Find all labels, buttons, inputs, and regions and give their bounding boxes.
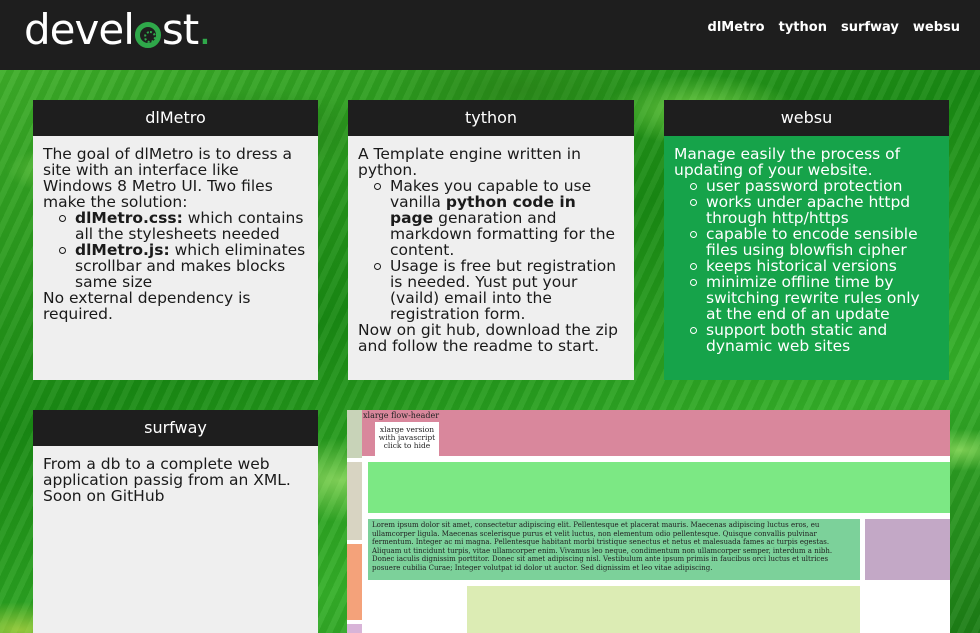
demo-side-block	[347, 624, 362, 633]
demo-side-block	[347, 544, 362, 620]
tile-intro: Manage easily the process of updating of…	[674, 145, 901, 179]
tile-websu: websu Manage easily the process of updat…	[664, 100, 949, 380]
tile-intro: The goal of dlMetro is to dress a site w…	[43, 145, 293, 211]
demo-bottom-block	[467, 586, 860, 633]
tile-dlmetro: dlMetro The goal of dlMetro is to dress …	[33, 100, 318, 380]
tile-content: Manage easily the process of updating of…	[664, 136, 949, 380]
feature-list: Makes you capable to use vanilla python …	[358, 178, 624, 322]
list-item: keeps historical versions	[690, 258, 939, 274]
tile-title[interactable]: websu	[664, 100, 949, 136]
site-logo[interactable]: devel st.	[24, 4, 212, 56]
tile-intro: A Template engine written in python.	[358, 145, 581, 179]
list-item: support both static and dynamic web site…	[690, 322, 939, 354]
logo-o-icon	[134, 22, 161, 48]
tile-content: A Template engine written in python. Mak…	[348, 136, 634, 380]
tile-title[interactable]: surfway	[33, 410, 318, 446]
list-item: capable to encode sensible files using b…	[690, 226, 939, 258]
nav-link-dlmetro[interactable]: dlMetro	[708, 20, 765, 35]
list-item: Usage is free but registration is needed…	[374, 258, 624, 322]
demo-side-block	[347, 410, 362, 458]
demo-side-block	[347, 462, 362, 540]
feature-list: user password protection works under apa…	[674, 178, 939, 354]
demo-header-label: xlarge flow-header	[363, 411, 440, 420]
tile-content: From a db to a complete web application …	[33, 446, 318, 633]
layout-demo-panel: xlarge flow-header xlarge version with j…	[347, 410, 950, 633]
tile-outro: No external dependency is required.	[43, 289, 251, 323]
nav-link-surfway[interactable]: surfway	[841, 20, 899, 35]
demo-wide-block	[368, 462, 950, 513]
demo-lorem-text: Lorem ipsum dolor sit amet, consectetur …	[372, 521, 833, 572]
demo-popup[interactable]: xlarge version with javascript click to …	[375, 422, 439, 456]
demo-text-block: Lorem ipsum dolor sit amet, consectetur …	[368, 519, 860, 580]
nav-link-tython[interactable]: tython	[779, 20, 827, 35]
logo-dot: .	[198, 5, 211, 54]
list-item: dlMetro.css: which contains all the styl…	[59, 210, 308, 242]
list-item: works under apache httpd through http/ht…	[690, 194, 939, 226]
nav-link-websu[interactable]: websu	[913, 20, 960, 35]
logo-text-end: st	[161, 5, 199, 54]
logo-text-start: devel	[24, 5, 135, 54]
tile-tython: tython A Template engine written in pyth…	[348, 100, 634, 380]
tile-title[interactable]: tython	[348, 100, 634, 136]
list-item: dlMetro.js: which eliminates scrollbar a…	[59, 242, 308, 290]
tile-title[interactable]: dlMetro	[33, 100, 318, 136]
top-bar: devel st. dlMetro tython surfway websu	[0, 0, 980, 70]
main-nav: dlMetro tython surfway websu	[708, 20, 960, 35]
list-item: user password protection	[690, 178, 939, 194]
tile-outro: Now on git hub, download the zip and fol…	[358, 321, 618, 355]
tile-surfway: surfway From a db to a complete web appl…	[33, 410, 318, 633]
list-item: minimize offline time by switching rewri…	[690, 274, 939, 322]
demo-right-block	[865, 519, 950, 580]
list-item: Makes you capable to use vanilla python …	[374, 178, 624, 258]
tile-text: From a db to a complete web application …	[43, 455, 291, 505]
tile-content: The goal of dlMetro is to dress a site w…	[33, 136, 318, 380]
feature-list: dlMetro.css: which contains all the styl…	[43, 210, 308, 290]
